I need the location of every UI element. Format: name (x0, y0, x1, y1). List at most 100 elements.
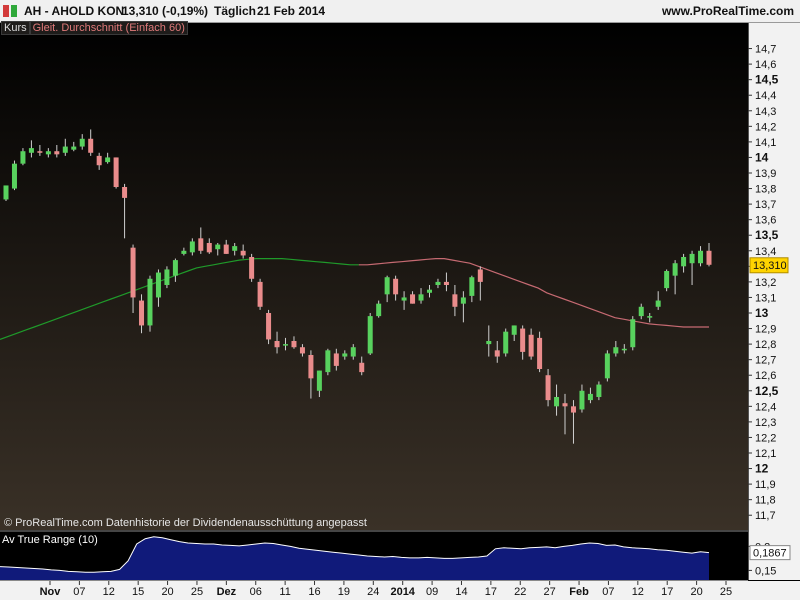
candle-body-up (613, 347, 619, 354)
candle-body-up (147, 278, 153, 326)
candle (257, 278, 263, 310)
time-tick-label: 27 (544, 586, 556, 598)
candle (3, 185, 9, 201)
time-tick-label: 15 (132, 586, 144, 598)
time-tick-label: 11 (279, 586, 290, 598)
candle-body-up (596, 384, 602, 397)
candle-body-up (367, 316, 373, 354)
candle-body-down (570, 406, 576, 413)
chart-window: 14,7 14,6 14,5 14,4 14,3 14,2 14,1 14 13,9 13,8 13… (0, 0, 800, 600)
candle-body-up (638, 306, 644, 317)
time-tick-label: Dez (217, 586, 237, 598)
candle-body-down (410, 294, 416, 304)
price-tick-label: 12,7 (755, 355, 776, 367)
price-tick-label: 14,3 (755, 106, 776, 118)
candle-body-down (266, 313, 272, 340)
time-tick-label: Feb (569, 586, 589, 598)
price-tick-label: 13,7 (755, 199, 776, 211)
price-tick-label: 12,1 (755, 448, 776, 460)
candle (664, 269, 670, 292)
candle-body-down (528, 334, 534, 357)
candle (164, 266, 170, 289)
time-tick-label: 17 (661, 586, 673, 598)
site-url[interactable]: www.ProRealTime.com (662, 4, 794, 18)
time-tick-label: 12 (632, 586, 644, 598)
candle-body-down (545, 375, 551, 401)
candle-body-down (477, 269, 483, 282)
candle (604, 350, 610, 382)
candle-body-down (88, 138, 94, 153)
time-tick-label: 24 (367, 586, 379, 598)
price-panel-bg (0, 22, 748, 530)
candle-body-up (621, 348, 627, 351)
chart-date: 21 Feb 2014 (257, 4, 326, 18)
legend-moving-average[interactable]: Gleit. Durchschnitt (Einfach 60) (29, 21, 188, 35)
price-tick-label: 14,4 (755, 90, 776, 102)
candle-body-up (79, 138, 85, 147)
candle-body-down (452, 294, 458, 307)
candle-body-down (333, 353, 339, 366)
candle-body-down (257, 281, 263, 307)
time-tick-label: 14 (455, 586, 467, 598)
candle-body-up (604, 353, 610, 379)
candle-body-down (96, 155, 102, 166)
price-tick-label: 14,1 (755, 137, 776, 149)
candle-body-up (435, 281, 441, 285)
red-indicator-icon (3, 5, 9, 17)
candle-body-down (37, 151, 43, 153)
candle-body-down (122, 187, 128, 198)
price-tick-label: 14,6 (755, 59, 776, 71)
price-tick-label: 12 (755, 462, 769, 476)
title-bar: AH - AHOLD KON 13,310 (-0,19%) Täglich 2… (0, 0, 800, 23)
candle (630, 316, 636, 351)
price-tick-label: 12,3 (755, 417, 776, 429)
candle-body-up (647, 316, 653, 318)
candle-body-up (20, 151, 26, 164)
candle-body-up (554, 397, 560, 407)
candle-body-down (139, 300, 145, 326)
candle-body-up (350, 347, 356, 357)
candle-body-down (223, 244, 229, 254)
price-tick-label: 13,8 (755, 184, 776, 196)
candle-body-down (443, 281, 449, 285)
candle-body-down (562, 403, 568, 407)
candle-body-down (206, 243, 212, 253)
candle (11, 160, 17, 191)
price-tick-label: 11,9 (755, 479, 776, 491)
candle-body-up (45, 151, 51, 155)
last-quote: 13,310 (-0,19%) (122, 4, 209, 18)
candle-body-up (418, 294, 424, 301)
time-tick-label: 09 (426, 586, 438, 598)
legend-price[interactable]: Kurs (1, 21, 30, 35)
atr-tick-label: 0,15 (755, 565, 776, 577)
time-tick-label: Nov (40, 586, 62, 598)
candle-body-up (655, 300, 661, 307)
price-tick-label: 11,7 (755, 510, 776, 522)
candle-body-up (342, 353, 348, 357)
time-tick-label: 20 (161, 586, 173, 598)
candle-body-up (698, 250, 704, 264)
candle-body-up (11, 163, 17, 189)
price-tick-label: 14,5 (755, 73, 779, 87)
candle-body-up (460, 297, 466, 304)
candle-body-up (587, 393, 593, 401)
candle-body-down (537, 337, 543, 369)
time-tick-label: 20 (690, 586, 702, 598)
price-legend: Kurs Gleit. Durchschnitt (Einfach 60) (1, 21, 188, 35)
candle-body-down (308, 355, 314, 379)
price-tick-label: 13,6 (755, 215, 776, 227)
candle-body-up (401, 297, 407, 301)
time-tick-label: 25 (191, 586, 203, 598)
candle-body-up (181, 250, 187, 254)
atr-last-label: 0,1867 (753, 548, 787, 560)
candle-body-down (113, 157, 119, 187)
candle (266, 309, 272, 345)
candle-body-up (232, 246, 238, 251)
atr-title[interactable]: Av True Range (10) (2, 534, 98, 546)
candle-body-up (71, 146, 77, 150)
price-tick-label: 14,2 (755, 121, 776, 133)
candle-body-down (240, 250, 246, 256)
candle-body-down (249, 257, 255, 279)
candle (249, 253, 255, 282)
candle-body-up (486, 341, 492, 345)
